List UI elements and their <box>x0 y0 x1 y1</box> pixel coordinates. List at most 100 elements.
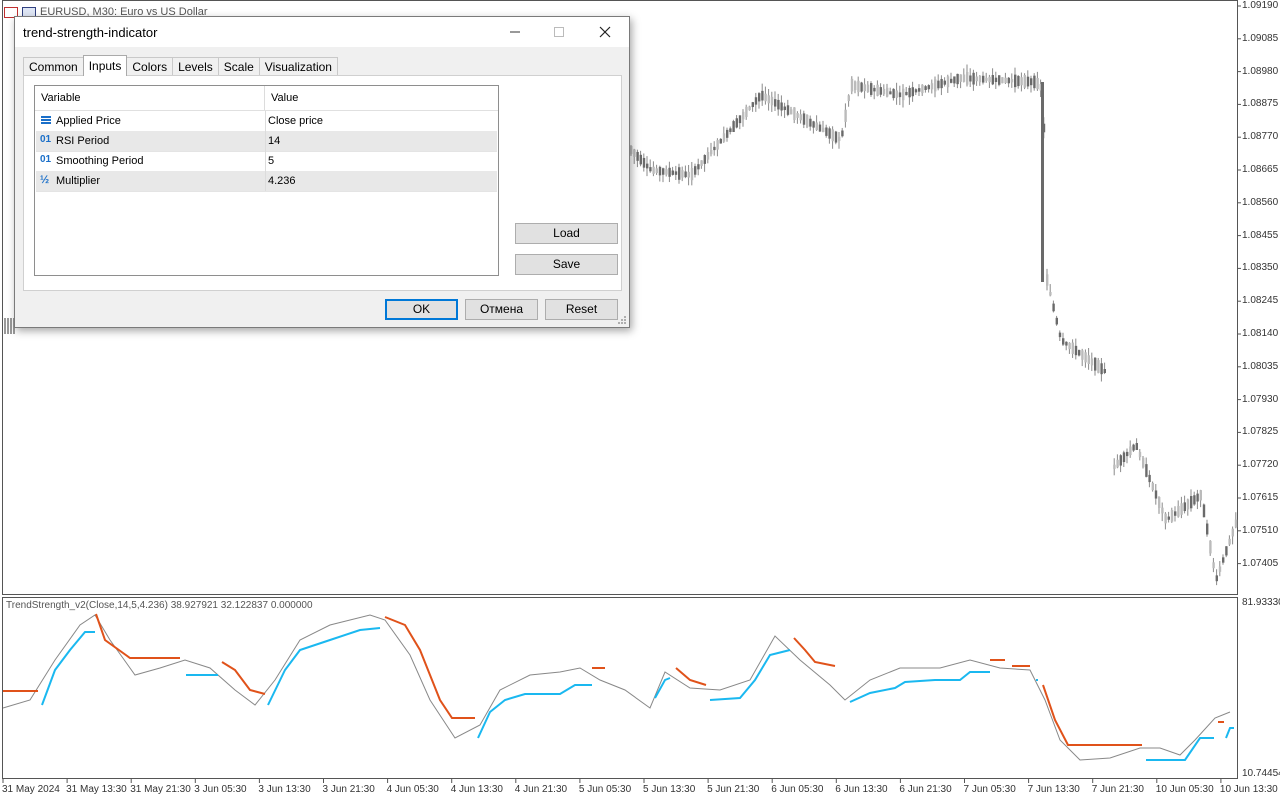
save-button[interactable]: Save <box>515 254 618 275</box>
price-tick-label: 1.09190 <box>1242 0 1279 11</box>
integer-icon: 01 <box>40 154 52 165</box>
candle-body <box>710 150 713 155</box>
candle-body <box>684 171 687 178</box>
price-tick-label: 1.07615 <box>1242 492 1279 503</box>
candle-body <box>822 127 825 133</box>
candle-body <box>818 124 822 132</box>
candle-body <box>924 86 927 90</box>
table-row[interactable]: ½ Multiplier 4.236 <box>36 171 497 192</box>
candle-body <box>1180 503 1183 515</box>
row-value[interactable]: 14 <box>268 135 280 147</box>
candle-body <box>1222 557 1225 563</box>
tab-scale[interactable]: Scale <box>217 57 260 76</box>
price-tick-label: 1.07510 <box>1242 524 1279 536</box>
ok-button[interactable]: OK <box>385 299 458 320</box>
candle-body <box>994 77 998 83</box>
indicator-properties-dialog[interactable]: trend-strength-indicator Common Inputs C… <box>14 16 630 328</box>
candle-body <box>780 102 783 111</box>
dialog-tabs: Common Inputs Colors Levels Scale Visual… <box>23 55 338 76</box>
candle-body <box>806 114 809 127</box>
candle-body <box>1017 76 1020 87</box>
candle-body <box>866 84 870 93</box>
candle-body <box>1151 482 1154 491</box>
close-button[interactable] <box>583 17 627 47</box>
candle-body <box>972 72 975 85</box>
candle-body <box>982 75 985 83</box>
time-tick-label: 31 May 21:30 <box>130 784 191 795</box>
row-variable: Applied Price <box>56 115 121 127</box>
bear-trend-line <box>221 661 266 695</box>
candle-body <box>834 131 838 143</box>
candle-body <box>854 81 857 91</box>
candle-body <box>649 167 652 172</box>
candle-body <box>758 93 761 102</box>
candle-body <box>1041 82 1044 282</box>
price-tick-label: 1.07720 <box>1242 459 1279 471</box>
load-button[interactable]: Load <box>515 223 618 244</box>
candle-body <box>671 170 674 175</box>
time-tick-label: 6 Jun 05:30 <box>771 784 824 795</box>
candle-body <box>1228 538 1231 545</box>
reset-button[interactable]: Reset <box>545 299 618 320</box>
candle-body <box>998 75 1001 85</box>
candle-body <box>802 113 806 125</box>
candle-body <box>1234 519 1238 528</box>
time-tick-label: 6 Jun 21:30 <box>899 784 952 795</box>
time-tick-label: 5 Jun 05:30 <box>578 784 632 795</box>
time-tick-label: 4 Jun 13:30 <box>450 784 503 795</box>
subwindow-min-label: 10.74454 <box>1242 768 1280 779</box>
candle-body <box>1231 528 1234 537</box>
candle-body <box>1030 78 1033 86</box>
candle-body <box>1116 459 1119 468</box>
price-tick-label: 1.08245 <box>1242 295 1279 307</box>
dialog-titlebar[interactable]: trend-strength-indicator <box>15 17 629 47</box>
candle-body <box>729 128 732 133</box>
time-tick-label: 31 May 13:30 <box>66 784 127 795</box>
bull-trend-line <box>1225 727 1234 739</box>
candle-body <box>777 99 780 110</box>
table-row[interactable]: 01 RSI Period 14 <box>36 131 497 152</box>
candle-body <box>735 118 738 128</box>
row-value[interactable]: 5 <box>268 155 274 167</box>
tab-levels[interactable]: Levels <box>172 57 219 76</box>
candle-body <box>1129 446 1132 456</box>
candle-body <box>930 83 934 90</box>
row-value[interactable]: Close price <box>268 115 323 127</box>
candle-body <box>1161 507 1164 514</box>
candle-body <box>1014 74 1017 88</box>
candle-body <box>962 74 966 82</box>
price-tick-label: 1.07405 <box>1242 557 1279 569</box>
cancel-button[interactable]: Отмена <box>465 299 538 320</box>
candle-body <box>1132 444 1135 451</box>
price-tick-label: 1.08350 <box>1242 262 1279 274</box>
tab-colors[interactable]: Colors <box>126 57 174 76</box>
table-row[interactable]: 01 Smoothing Period 5 <box>36 151 497 172</box>
candle-body <box>1001 77 1004 84</box>
candle-body <box>1126 451 1129 457</box>
minimize-button[interactable] <box>493 17 537 47</box>
candle-body <box>844 109 847 122</box>
candle-body <box>1212 562 1215 569</box>
candle-body <box>847 95 850 102</box>
inputs-table[interactable]: Variable Value Applied Price Close price… <box>34 85 499 276</box>
candle-body <box>908 87 911 98</box>
candle-body <box>1097 360 1100 373</box>
tab-inputs[interactable]: Inputs <box>82 55 128 76</box>
price-tick-label: 1.08035 <box>1242 360 1279 372</box>
fraction-icon: ½ <box>40 174 50 186</box>
price-tick-label: 1.09085 <box>1242 32 1279 44</box>
resize-grip-icon[interactable] <box>617 315 627 325</box>
tab-common[interactable]: Common <box>23 57 84 76</box>
bull-trend-line <box>709 649 791 701</box>
candle-body <box>1081 350 1084 360</box>
candle-body <box>678 167 681 180</box>
candle-body <box>975 76 978 82</box>
candle-body <box>1007 77 1010 84</box>
table-row[interactable]: Applied Price Close price <box>36 111 497 132</box>
tab-visualization[interactable]: Visualization <box>258 57 338 76</box>
price-tick-label: 1.07930 <box>1242 393 1279 405</box>
price-tick-label: 1.08455 <box>1242 229 1279 241</box>
candle-body <box>946 76 950 88</box>
row-value[interactable]: 4.236 <box>268 175 296 187</box>
candle-body <box>966 71 969 85</box>
